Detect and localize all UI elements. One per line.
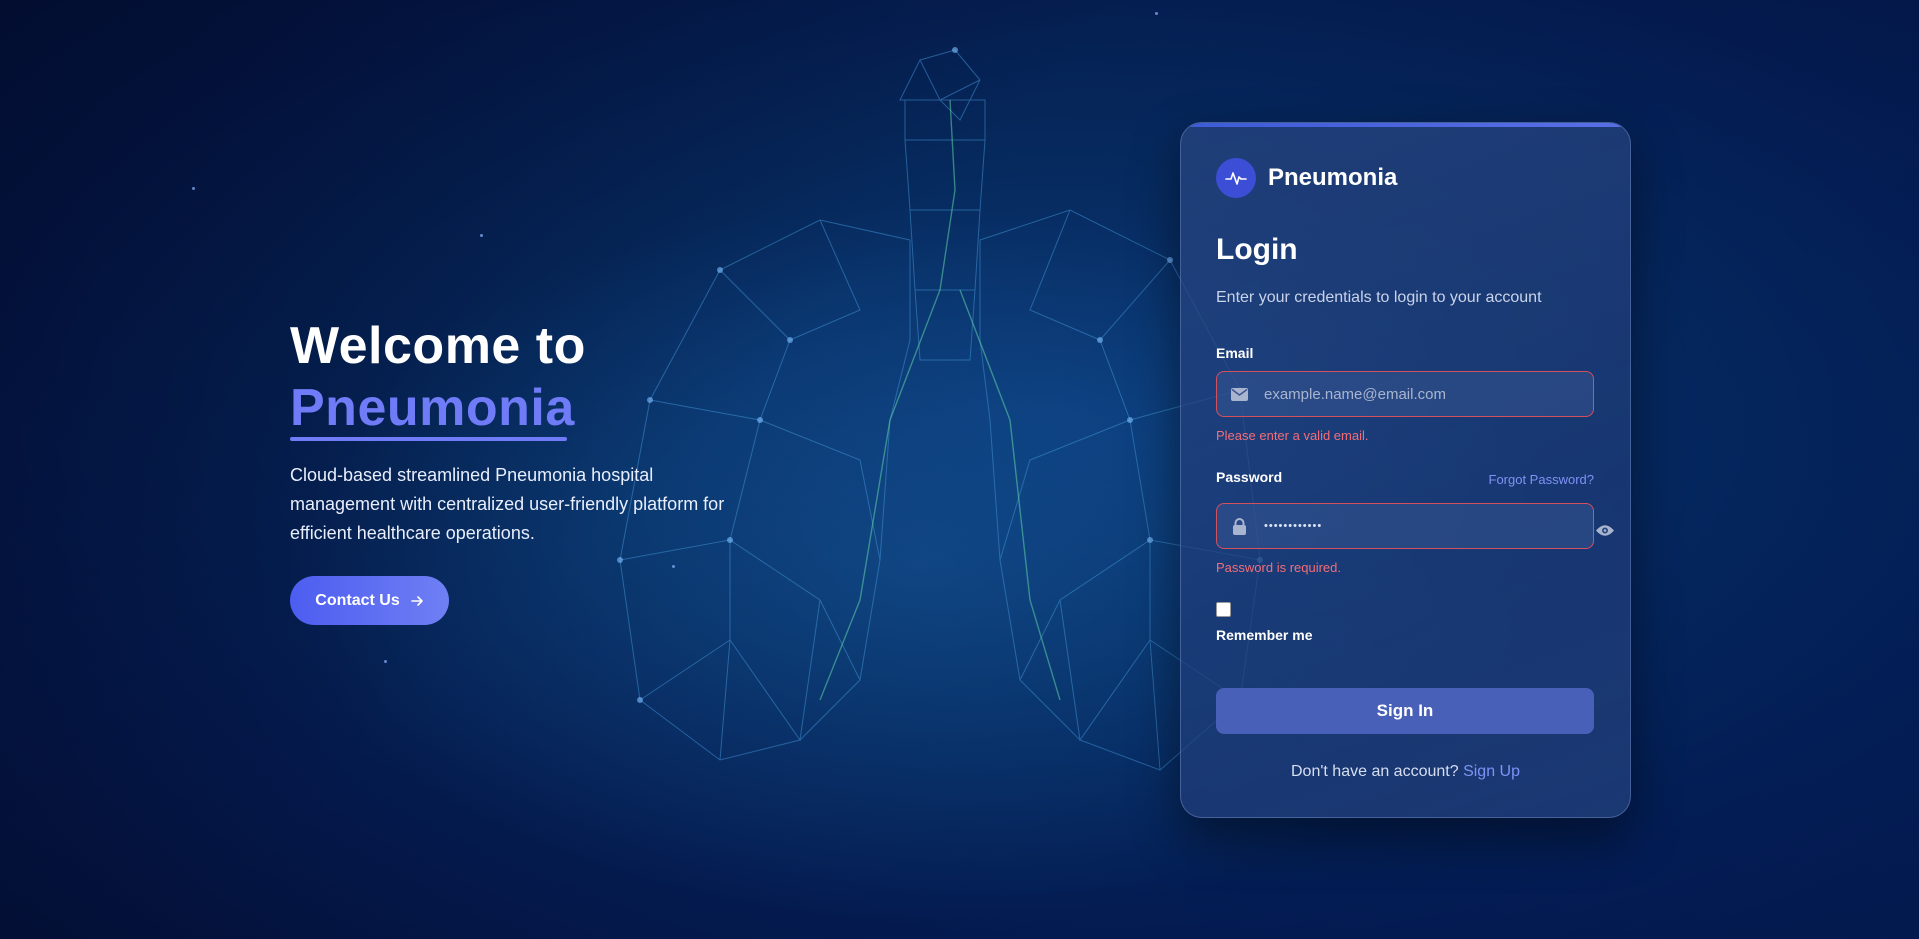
eye-icon[interactable] (1592, 520, 1618, 540)
hero-section: Welcome to Pneumonia Cloud-based streaml… (290, 315, 750, 548)
password-error: Password is required. (1216, 560, 1341, 575)
forgot-password-link[interactable]: Forgot Password? (1489, 472, 1595, 487)
star-dot (384, 660, 387, 663)
email-field-wrapper (1216, 371, 1594, 417)
star-dot (672, 565, 675, 568)
hero-description: Cloud-based streamlined Pneumonia hospit… (290, 465, 725, 543)
email-error: Please enter a valid email. (1216, 428, 1369, 443)
login-card: Pneumonia Login Enter your credentials t… (1180, 122, 1631, 818)
star-dot (192, 187, 195, 190)
login-subtitle: Enter your credentials to login to your … (1216, 289, 1542, 306)
password-field-wrapper (1216, 503, 1594, 549)
password-input[interactable] (1262, 503, 1593, 549)
remember-me-checkbox[interactable] (1216, 602, 1231, 617)
email-input[interactable] (1262, 371, 1593, 417)
brand: Pneumonia (1216, 158, 1397, 198)
remember-me-label: Remember me (1216, 627, 1313, 643)
contact-us-label: Contact Us (315, 591, 400, 609)
contact-us-button[interactable]: Contact Us (290, 576, 449, 625)
email-label: Email (1216, 345, 1254, 361)
login-title: Login (1216, 233, 1298, 266)
password-label: Password (1216, 469, 1283, 485)
star-dot (480, 234, 483, 237)
card-accent-bar (1181, 123, 1630, 127)
star-dot (1155, 12, 1158, 15)
arrow-right-icon (410, 595, 423, 606)
sign-in-button[interactable]: Sign In (1216, 688, 1594, 734)
hero-title-line1: Welcome to (290, 317, 586, 375)
heartbeat-icon (1216, 158, 1256, 198)
brand-name: Pneumonia (1268, 164, 1398, 191)
envelope-icon (1217, 387, 1262, 401)
lock-icon (1217, 517, 1262, 535)
signup-prompt: Don't have an account? (1291, 763, 1459, 780)
hero-title-accent: Pneumonia (290, 379, 575, 441)
signup-row: Don't have an account? Sign Up (1181, 763, 1630, 781)
sign-up-link[interactable]: Sign Up (1463, 763, 1520, 780)
hero-title: Welcome to Pneumonia (290, 315, 750, 441)
